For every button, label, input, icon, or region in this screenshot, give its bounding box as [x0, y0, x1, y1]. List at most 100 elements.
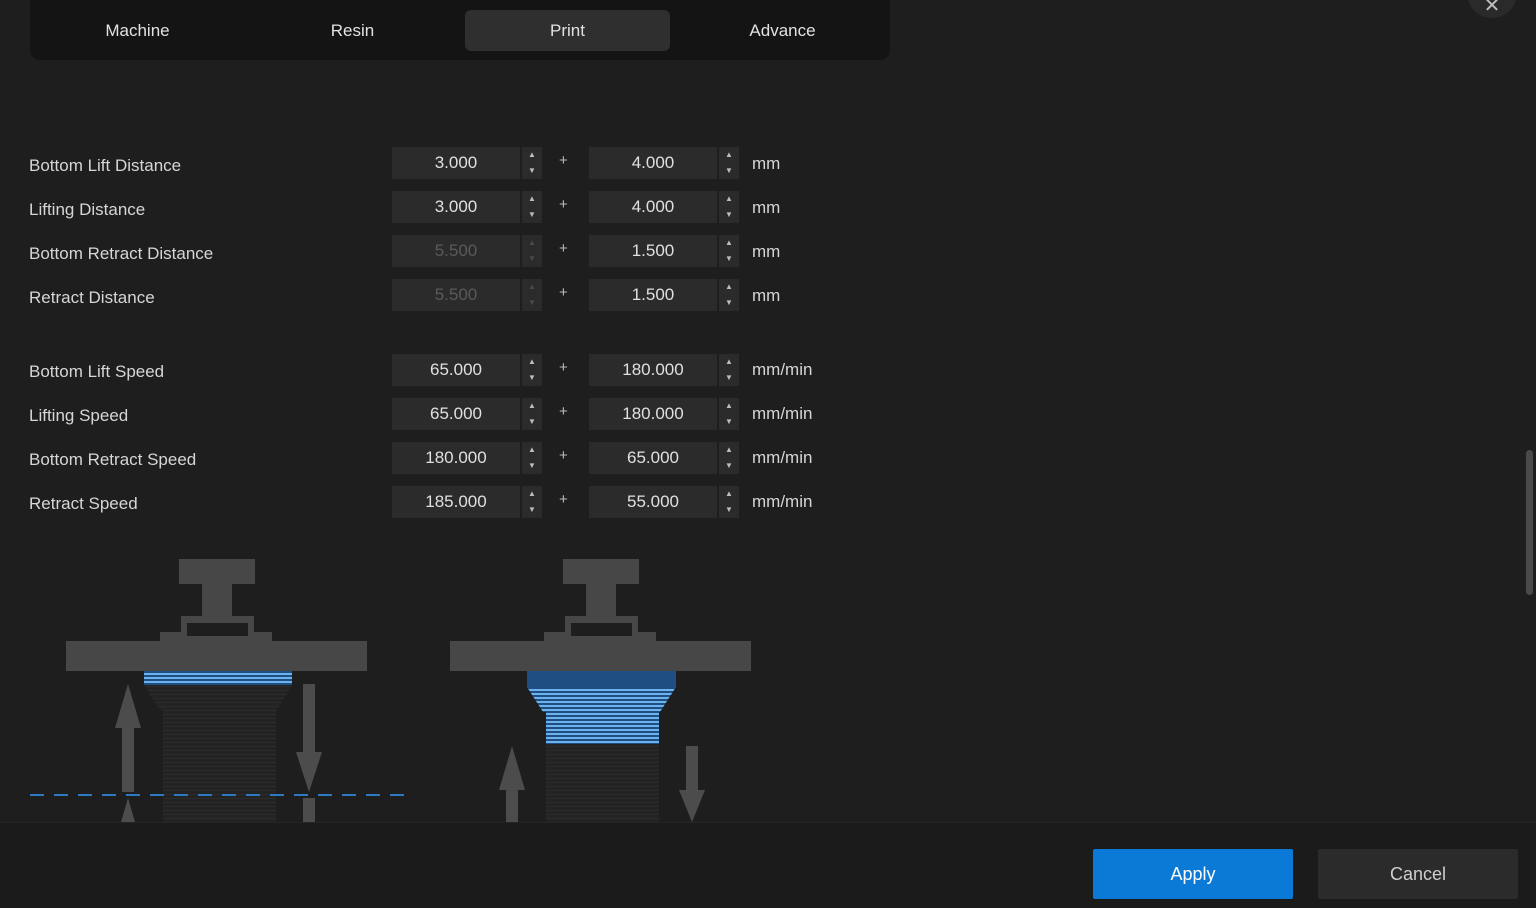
chevron-up-icon[interactable]: ▲ [719, 354, 739, 370]
lifting-speed-second-input[interactable]: ▲ ▼ [589, 398, 739, 430]
spin-value[interactable] [392, 486, 520, 518]
chevron-up-icon[interactable]: ▲ [719, 279, 739, 295]
chevron-down-icon[interactable]: ▼ [719, 251, 739, 267]
plus-sign: + [559, 284, 568, 301]
bottom-retract-speed-second-input[interactable]: ▲ ▼ [589, 442, 739, 474]
lifting-distance-first-input[interactable]: ▲ ▼ [392, 191, 542, 223]
parameter-label: Retract Distance [29, 288, 155, 307]
chevron-down-icon[interactable]: ▼ [522, 458, 542, 474]
close-button[interactable]: ✕ [1468, 0, 1516, 18]
retract-speed-second-input[interactable]: ▲ ▼ [589, 486, 739, 518]
stepper: ▲ ▼ [520, 235, 542, 267]
right-print-model [527, 671, 676, 822]
plus-sign: + [559, 152, 568, 169]
bottom-lift-distance-second-input[interactable]: ▲ ▼ [589, 147, 739, 179]
spin-value [392, 279, 520, 311]
chevron-down-icon[interactable]: ▼ [719, 207, 739, 223]
tab-bar: Machine Resin Print Advance [30, 0, 890, 60]
stepper: ▲ ▼ [717, 354, 739, 386]
plus-sign: + [559, 403, 568, 420]
stepper: ▲ ▼ [520, 147, 542, 179]
spin-value [392, 235, 520, 267]
parameter-label: Retract Speed [29, 494, 138, 513]
chevron-down-icon[interactable]: ▼ [522, 207, 542, 223]
chevron-down-icon[interactable]: ▼ [719, 414, 739, 430]
chevron-up-icon[interactable]: ▲ [522, 191, 542, 207]
cancel-button[interactable]: Cancel [1318, 849, 1518, 899]
bottom-retract-distance-second-input[interactable]: ▲ ▼ [589, 235, 739, 267]
chevron-down-icon[interactable]: ▼ [522, 163, 542, 179]
parameter-label: Lifting Distance [29, 200, 146, 219]
chevron-up-icon[interactable]: ▲ [719, 147, 739, 163]
left-retract-arrow-down-icon [296, 684, 322, 822]
spin-value[interactable] [589, 147, 717, 179]
spin-value[interactable] [589, 442, 717, 474]
retract-speed-first-input[interactable]: ▲ ▼ [392, 486, 542, 518]
right-build-platform [450, 559, 751, 671]
chevron-down-icon[interactable]: ▼ [719, 370, 739, 386]
plus-sign: + [559, 196, 568, 213]
spin-value[interactable] [589, 354, 717, 386]
left-print-model [144, 671, 292, 822]
stepper: ▲ ▼ [520, 486, 542, 518]
bottom-lift-speed-first-input[interactable]: ▲ ▼ [392, 354, 542, 386]
chevron-up-icon[interactable]: ▲ [522, 486, 542, 502]
tab-advance[interactable]: Advance [680, 10, 885, 51]
right-lift-arrow-up-icon [499, 746, 525, 822]
dialog-footer: Apply Cancel [0, 822, 1536, 908]
tab-resin[interactable]: Resin [250, 10, 455, 51]
chevron-down-icon[interactable]: ▼ [719, 502, 739, 518]
parameter-label: Bottom Retract Distance [29, 244, 214, 263]
stepper: ▲ ▼ [520, 354, 542, 386]
spin-value[interactable] [392, 398, 520, 430]
chevron-down-icon[interactable]: ▼ [522, 414, 542, 430]
parameter-label: Lifting Speed [29, 406, 129, 425]
unit-label: mm [752, 154, 781, 173]
stepper: ▲ ▼ [717, 442, 739, 474]
tab-print[interactable]: Print [465, 10, 670, 51]
bottom-retract-distance-first-input: ▲ ▼ [392, 235, 542, 267]
chevron-up-icon[interactable]: ▲ [719, 398, 739, 414]
chevron-up-icon[interactable]: ▲ [719, 235, 739, 251]
lifting-distance-second-input[interactable]: ▲ ▼ [589, 191, 739, 223]
lifting-speed-first-input[interactable]: ▲ ▼ [392, 398, 542, 430]
chevron-up-icon[interactable]: ▲ [522, 147, 542, 163]
chevron-down-icon[interactable]: ▼ [719, 458, 739, 474]
spin-value[interactable] [392, 354, 520, 386]
spin-value[interactable] [589, 191, 717, 223]
chevron-up-icon[interactable]: ▲ [522, 354, 542, 370]
bottom-retract-speed-first-input[interactable]: ▲ ▼ [392, 442, 542, 474]
spin-value[interactable] [589, 486, 717, 518]
unit-label: mm [752, 198, 781, 217]
bottom-lift-distance-first-input[interactable]: ▲ ▼ [392, 147, 542, 179]
chevron-down-icon: ▼ [528, 254, 536, 263]
tab-machine[interactable]: Machine [35, 10, 240, 51]
chevron-up-icon[interactable]: ▲ [719, 486, 739, 502]
chevron-down-icon[interactable]: ▼ [522, 502, 542, 518]
stepper: ▲ ▼ [717, 191, 739, 223]
spin-value[interactable] [589, 235, 717, 267]
chevron-up-icon[interactable]: ▲ [719, 442, 739, 458]
spin-value[interactable] [392, 191, 520, 223]
chevron-down-icon: ▼ [528, 298, 536, 307]
chevron-up-icon[interactable]: ▲ [522, 398, 542, 414]
spin-value[interactable] [589, 398, 717, 430]
stepper: ▲ ▼ [717, 147, 739, 179]
retract-distance-second-input[interactable]: ▲ ▼ [589, 279, 739, 311]
apply-button[interactable]: Apply [1093, 849, 1293, 899]
stepper: ▲ ▼ [520, 442, 542, 474]
spin-value[interactable] [392, 442, 520, 474]
chevron-down-icon[interactable]: ▼ [522, 370, 542, 386]
chevron-down-icon[interactable]: ▼ [719, 295, 739, 311]
spin-value[interactable] [589, 279, 717, 311]
bottom-lift-speed-second-input[interactable]: ▲ ▼ [589, 354, 739, 386]
stepper: ▲ ▼ [520, 279, 542, 311]
parameter-label: Bottom Retract Speed [29, 450, 197, 469]
unit-label: mm [752, 286, 781, 305]
chevron-up-icon[interactable]: ▲ [522, 442, 542, 458]
vertical-scrollbar[interactable] [1526, 450, 1533, 595]
spin-value[interactable] [392, 147, 520, 179]
chevron-down-icon[interactable]: ▼ [719, 163, 739, 179]
chevron-up-icon[interactable]: ▲ [719, 191, 739, 207]
unit-label: mm/min [752, 360, 813, 379]
